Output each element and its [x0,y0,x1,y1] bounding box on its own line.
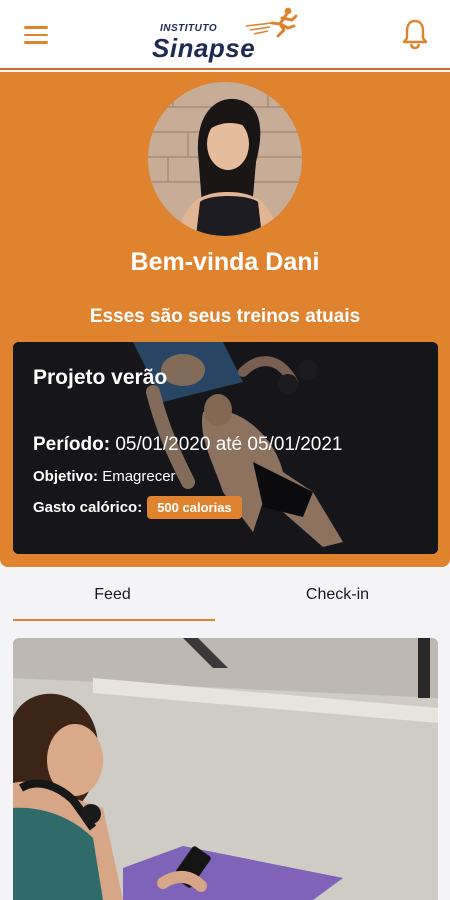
hamburger-menu-icon[interactable] [24,26,48,46]
top-app-bar: INSTITUTO Sinapse [0,0,450,70]
feed-checkin-tabs: Feed Check-in [0,572,450,624]
period-label: Período: [33,434,111,455]
logo-big-text: Sinapse [152,33,256,63]
feed-post-image [13,638,438,900]
tab-feed[interactable]: Feed [0,572,225,620]
profile-hero: Bem-vinda Dani Esses são seus treinos at… [0,72,450,567]
runner-logo-icon [245,7,298,38]
goal-label: Objetivo: [33,468,99,485]
workout-period: Período: 05/01/2020 até 05/01/2021 [33,434,343,456]
greeting-text: Bem-vinda Dani [130,248,320,276]
tab-checkin[interactable]: Check-in [225,572,450,620]
workout-calories: Gasto calórico: 500 calorias [33,496,242,519]
goal-value: Emagrecer [102,468,176,485]
instituto-sinapse-logo: INSTITUTO Sinapse [152,6,302,64]
period-value: 05/01/2020 até 05/01/2021 [115,434,343,455]
current-workouts-heading: Esses são seus treinos atuais [89,306,361,327]
avatar[interactable] [148,82,302,236]
bell-icon[interactable] [401,18,429,50]
workout-goal: Objetivo: Emagrecer [33,468,176,485]
workout-card[interactable]: Projeto verão Período: 05/01/2020 até 05… [13,342,438,554]
feed-post-card[interactable] [13,638,438,900]
active-tab-indicator [13,619,215,621]
calories-badge: 500 calorias [147,496,242,519]
workout-title: Projeto verão [33,366,168,389]
calories-label: Gasto calórico: [33,499,143,516]
